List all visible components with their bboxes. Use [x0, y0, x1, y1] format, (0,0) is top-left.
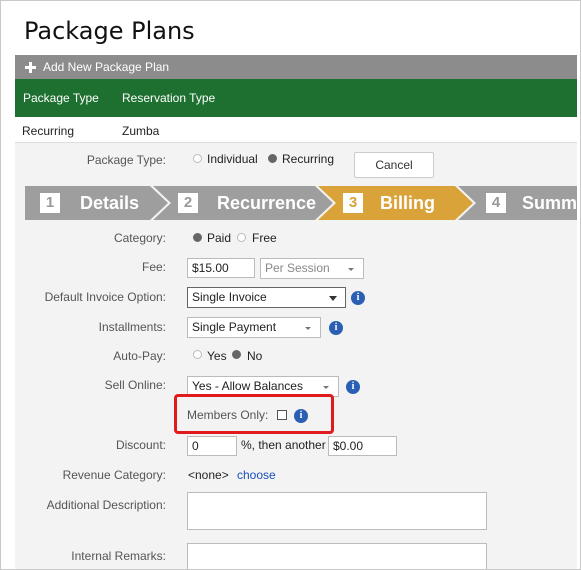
fee-unit-value: Per Session: [265, 261, 330, 275]
step-summary-label: Summ: [522, 193, 578, 213]
revenue-category-choose-link[interactable]: choose: [237, 468, 276, 482]
step-details-label: Details: [80, 193, 140, 213]
auto-pay-no-radio[interactable]: [232, 350, 241, 359]
installments-info-icon[interactable]: i: [329, 321, 343, 335]
category-paid-radio[interactable]: [193, 233, 202, 242]
revenue-category-label: Revenue Category:: [62, 468, 166, 482]
step-billing-label: Billing: [380, 193, 435, 213]
package-type-individual-label: Individual: [207, 152, 258, 166]
step-recurrence-label: Recurrence: [217, 193, 317, 213]
cell-package-type: Recurring: [22, 124, 75, 138]
category-free-label: Free: [252, 231, 277, 245]
members-only-checkbox[interactable]: [277, 410, 287, 420]
auto-pay-yes-label: Yes: [207, 349, 227, 363]
discount-mid-text: %, then another: [241, 438, 326, 452]
internal-remarks-label: Internal Remarks:: [71, 549, 166, 563]
column-header-package-type: Package Type: [23, 91, 99, 105]
discount-label: Discount:: [115, 438, 166, 452]
step-recurrence-number: 2: [178, 193, 198, 213]
add-package-plan-button[interactable]: Add New Package Plan: [15, 55, 577, 79]
internal-remarks-textarea[interactable]: [187, 543, 487, 569]
sell-online-info-icon[interactable]: i: [346, 380, 360, 394]
auto-pay-no-label: No: [247, 349, 263, 363]
default-invoice-select[interactable]: Single Invoice: [187, 287, 346, 308]
installments-select[interactable]: Single Payment: [187, 317, 321, 338]
table-header: Package Type Reservation Type: [15, 79, 577, 117]
sell-online-label: Sell Online:: [104, 378, 166, 392]
category-free-radio[interactable]: [237, 233, 246, 242]
step-summary-number: 4: [486, 193, 506, 213]
step-billing-number: 3: [343, 193, 363, 213]
default-invoice-info-icon[interactable]: i: [351, 291, 365, 305]
step-billing[interactable]: 3 Billing: [333, 186, 473, 220]
installments-value: Single Payment: [192, 320, 277, 334]
fee-unit-select[interactable]: Per Session: [260, 258, 364, 279]
default-invoice-value: Single Invoice: [192, 290, 267, 304]
fee-label: Fee:: [141, 260, 166, 274]
fee-input[interactable]: $15.00: [187, 258, 255, 278]
sell-online-value: Yes - Allow Balances: [192, 379, 303, 393]
default-invoice-label: Default Invoice Option:: [44, 290, 166, 304]
package-type-recurring-label: Recurring: [282, 152, 335, 166]
edit-panel: Package Type: Individual Recurring Cance…: [15, 143, 577, 569]
cancel-button[interactable]: Cancel: [354, 152, 434, 178]
page-title: Package Plans: [24, 17, 195, 45]
package-type-recurring-radio[interactable]: [268, 154, 277, 163]
plus-icon: [25, 61, 36, 73]
members-only-info-icon[interactable]: i: [294, 409, 308, 423]
package-type-individual-radio[interactable]: [193, 154, 202, 163]
column-header-reservation-type: Reservation Type: [122, 91, 216, 105]
app-frame: Package Plans Add New Package Plan Packa…: [0, 0, 581, 570]
wizard-steps: 1 Details 2 Recurrence 3 Billing 4 Summ: [25, 186, 577, 220]
category-paid-label: Paid: [207, 231, 232, 245]
chevron-down-icon: [329, 296, 337, 301]
additional-description-textarea[interactable]: [187, 492, 487, 530]
category-label: Category:: [113, 231, 166, 245]
additional-description-label: Additional Description:: [46, 498, 166, 512]
step-details-number: 1: [40, 193, 60, 213]
installments-label: Installments:: [98, 320, 166, 334]
discount-percent-input[interactable]: 0: [187, 436, 237, 456]
step-summary[interactable]: 4 Summ: [473, 186, 577, 220]
step-details[interactable]: 1 Details: [25, 186, 168, 220]
add-package-plan-label: Add New Package Plan: [43, 60, 170, 74]
table-row[interactable]: Recurring Zumba: [15, 118, 577, 143]
auto-pay-label: Auto-Pay:: [113, 349, 166, 363]
discount-amount-input[interactable]: $0.00: [328, 436, 397, 456]
chevron-down-icon: [323, 386, 329, 389]
revenue-category-value: <none>: [188, 468, 229, 482]
cell-reservation-type: Zumba: [122, 124, 160, 138]
chevron-down-icon: [305, 327, 311, 330]
auto-pay-yes-radio[interactable]: [193, 350, 202, 359]
chevron-down-icon: [348, 268, 354, 271]
step-recurrence[interactable]: 2 Recurrence: [168, 186, 333, 220]
package-type-label: Package Type:: [86, 153, 166, 167]
members-only-label: Members Only:: [187, 408, 269, 422]
